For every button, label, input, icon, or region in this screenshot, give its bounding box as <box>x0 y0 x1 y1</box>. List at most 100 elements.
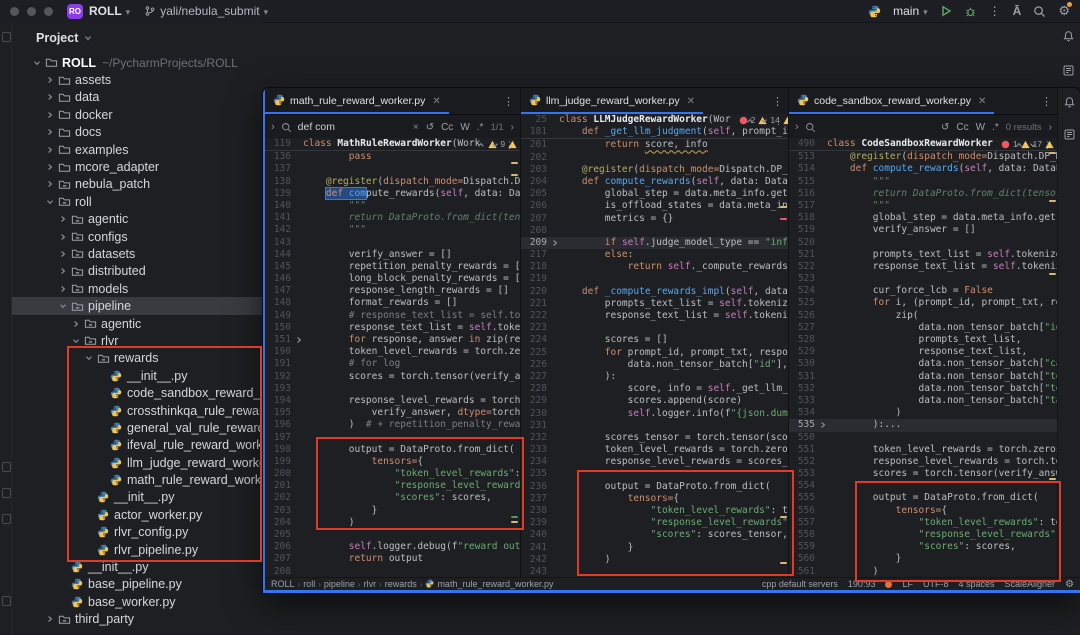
tree-item-roll[interactable]: roll <box>12 193 262 210</box>
stripe-icon[interactable] <box>2 514 11 524</box>
search-history-icon[interactable]: ↺ <box>941 122 949 133</box>
line-number[interactable]: 205 <box>265 529 294 541</box>
notifications-icon[interactable] <box>1063 96 1076 114</box>
tab-options-icon[interactable]: ⋮ <box>772 95 783 108</box>
line-number[interactable]: 533 <box>789 395 818 407</box>
line-number[interactable]: 525 <box>789 297 818 309</box>
line-number[interactable]: 530 <box>789 358 818 370</box>
line-number[interactable]: 235 <box>521 468 550 480</box>
tab-code-sandbox-reward-worker[interactable]: code_sandbox_reward_worker.py ✕ <box>789 88 994 114</box>
regex-toggle[interactable]: .* <box>477 122 484 133</box>
line-number[interactable]: 204 <box>265 517 294 529</box>
breadcrumb[interactable]: ROLL›roll›pipeline›rlvr›rewards›math_rul… <box>271 579 554 590</box>
line-number[interactable]: 238 <box>521 505 550 517</box>
debug-icon[interactable] <box>964 5 977 18</box>
status-item[interactable]: UTF-8 <box>923 579 949 589</box>
tree-item-examples[interactable]: examples <box>12 141 262 158</box>
words-toggle[interactable]: W <box>460 122 469 133</box>
run-configuration-selector[interactable]: main▾ <box>893 4 928 18</box>
line-number[interactable]: 524 <box>789 285 818 297</box>
regex-toggle[interactable]: .* <box>992 122 999 133</box>
line-number[interactable]: 148 <box>265 297 294 309</box>
line-number[interactable]: 535 <box>789 419 818 431</box>
fold-region-icon[interactable] <box>818 419 827 431</box>
ai-assistant-icon[interactable] <box>1063 128 1076 146</box>
line-number[interactable]: 193 <box>265 383 294 395</box>
tree-item-distributed[interactable]: distributed <box>12 263 262 280</box>
tab-math-rule-reward-worker[interactable]: math_rule_reward_worker.py ✕ <box>265 88 449 114</box>
line-number[interactable]: 231 <box>521 420 550 432</box>
project-switcher[interactable]: ROLL▾ <box>89 4 130 18</box>
translate-icon[interactable]: Ā <box>1013 4 1022 18</box>
chevron-right-icon[interactable] <box>56 215 69 223</box>
fold-region-icon[interactable] <box>294 334 303 346</box>
tree-item-pipeline[interactable]: pipeline <box>12 297 262 314</box>
tree-item-llm-judge-reward-worker-py[interactable]: llm_judge_reward_worker.py <box>12 454 262 471</box>
line-number[interactable]: 226 <box>521 359 550 371</box>
breadcrumb-item[interactable]: roll <box>303 579 315 589</box>
tree-item--init-py[interactable]: __init__.py <box>12 489 262 506</box>
line-number[interactable]: 208 <box>265 566 294 578</box>
tree-item-roll[interactable]: ROLL~/PycharmProjects/ROLL <box>12 54 262 71</box>
search-input[interactable]: def com <box>298 121 335 133</box>
line-number[interactable]: 144 <box>265 249 294 261</box>
search-history-icon[interactable]: ↺ <box>426 122 434 133</box>
tree-item-agentic[interactable]: agentic <box>12 211 262 228</box>
line-number[interactable]: 199 <box>265 456 294 468</box>
line-number[interactable]: 203 <box>521 164 550 176</box>
line-number[interactable]: 526 <box>789 310 818 322</box>
code-editor[interactable]: 490class CodeSandboxRewardWorker1171218⋮… <box>789 138 1058 578</box>
line-number[interactable]: 551 <box>789 444 818 456</box>
chevron-right-icon[interactable] <box>56 250 69 258</box>
line-number[interactable]: 236 <box>521 481 550 493</box>
line-number[interactable]: 195 <box>265 407 294 419</box>
chevron-right-icon[interactable] <box>56 285 69 293</box>
chevron-down-icon[interactable] <box>30 59 43 67</box>
line-number[interactable]: 208 <box>521 225 550 237</box>
tree-item-data[interactable]: data <box>12 89 262 106</box>
tree-item-third-party[interactable]: third_party <box>12 611 262 628</box>
tree-item-actor-worker-py[interactable]: actor_worker.py <box>12 506 262 523</box>
minimize-window-icon[interactable] <box>27 7 36 16</box>
line-number[interactable]: 232 <box>521 432 550 444</box>
line-number[interactable]: 228 <box>521 383 550 395</box>
line-number[interactable]: 520 <box>789 237 818 249</box>
line-number[interactable]: 513 <box>789 151 818 163</box>
line-number[interactable]: 136 <box>265 151 294 163</box>
tree-item-ifeval-rule-reward-worker-py[interactable]: ifeval_rule_reward_worker.py <box>12 437 262 454</box>
run-icon[interactable] <box>940 5 952 17</box>
tree-item-base-worker-py[interactable]: base_worker.py <box>12 593 262 610</box>
line-number[interactable]: 206 <box>521 200 550 212</box>
line-number[interactable]: 242 <box>521 554 550 566</box>
editor-right-stripe[interactable] <box>1057 88 1080 578</box>
line-number[interactable]: 141 <box>265 212 294 224</box>
line-number[interactable]: 560 <box>789 553 818 565</box>
line-number[interactable]: 200 <box>265 468 294 480</box>
line-number[interactable]: 521 <box>789 249 818 261</box>
line-number[interactable]: 181 <box>521 126 550 138</box>
line-number[interactable]: 239 <box>521 517 550 529</box>
line-number[interactable]: 515 <box>789 176 818 188</box>
status-item[interactable]: ScaleAligner <box>1005 579 1056 589</box>
line-number[interactable]: 557 <box>789 517 818 529</box>
line-number[interactable]: 201 <box>521 139 550 151</box>
line-number[interactable]: 234 <box>521 456 550 468</box>
line-number[interactable]: 223 <box>521 322 550 334</box>
tree-item--init-py[interactable]: __init__.py <box>12 558 262 575</box>
chevron-right-icon[interactable] <box>56 267 69 275</box>
line-number[interactable]: 229 <box>521 395 550 407</box>
tree-item-rewards[interactable]: rewards <box>12 350 262 367</box>
right-tool-stripe[interactable] <box>1056 22 1080 96</box>
close-tab-icon[interactable]: ✕ <box>687 96 695 107</box>
stripe-icon[interactable] <box>2 488 11 498</box>
line-number[interactable]: 192 <box>265 371 294 383</box>
tab-llm-judge-reward-worker[interactable]: llm_judge_reward_worker.py ✕ <box>521 88 703 114</box>
line-number[interactable]: 555 <box>789 492 818 504</box>
line-number[interactable]: 142 <box>265 224 294 236</box>
search-everywhere-icon[interactable] <box>1033 5 1046 18</box>
tree-item-assets[interactable]: assets <box>12 71 262 88</box>
line-number[interactable]: 207 <box>265 553 294 565</box>
breadcrumb-item[interactable]: pipeline <box>324 579 355 589</box>
line-number[interactable]: 514 <box>789 163 818 175</box>
tab-options-icon[interactable]: ⋮ <box>503 95 514 108</box>
